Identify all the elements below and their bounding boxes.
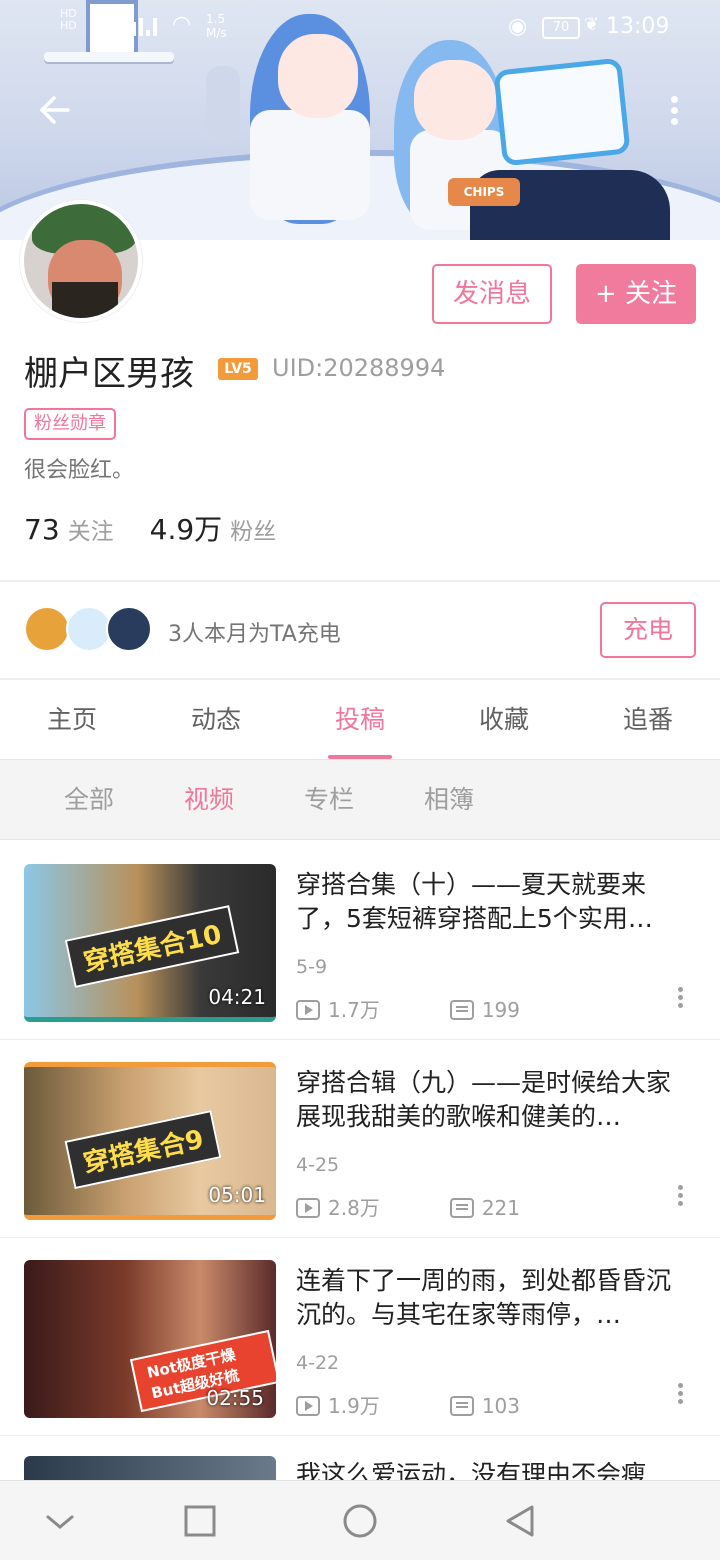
play-count-icon: [296, 1000, 320, 1020]
banner-figurine: [206, 66, 240, 144]
video-title[interactable]: 穿搭合辑（九）——是时候给大家展现我甜美的歌喉和健美的…: [296, 1066, 692, 1134]
tab-submissions[interactable]: 投稿: [288, 680, 432, 759]
video-duration: 04:21: [208, 985, 266, 1009]
comment-count: 199: [481, 998, 520, 1022]
danmaku-icon: [449, 1198, 474, 1218]
danmaku-icon: [449, 1000, 474, 1020]
network-indicator: HD HD: [60, 7, 77, 32]
leaf-icon: ❦: [584, 14, 600, 35]
fans-label[interactable]: 粉丝: [230, 519, 276, 545]
battery-icon: 70: [542, 17, 580, 39]
banner-chips: CHIPS: [448, 178, 520, 206]
charge-summary: 3人本月为TA充电: [168, 622, 341, 647]
video-item[interactable]: 我这么爱运动，没有理由不会瘦: [0, 1436, 720, 1480]
charge-button[interactable]: 充电: [600, 602, 696, 658]
video-date: 5-9: [296, 956, 328, 978]
follow-button[interactable]: + 关注: [576, 264, 696, 324]
signature: 很会脸红。: [24, 458, 135, 483]
home-circle-icon[interactable]: [338, 1499, 382, 1543]
video-title[interactable]: 连着下了一周的雨，到处都昏昏沉沉的。与其宅在家等雨停，…: [296, 1264, 692, 1332]
collapse-chevron-icon[interactable]: [38, 1499, 82, 1543]
video-title[interactable]: 我这么爱运动，没有理由不会瘦: [296, 1458, 692, 1480]
charge-row: 3人本月为TA充电 充电: [0, 582, 720, 678]
system-nav-bar: [0, 1480, 720, 1560]
back-arrow-icon[interactable]: [32, 90, 80, 138]
video-more-icon[interactable]: [672, 1182, 688, 1216]
video-duration: 05:01: [208, 1183, 266, 1207]
tab-bangumi[interactable]: 追番: [576, 680, 720, 759]
eye-comfort-icon: ◉: [508, 14, 528, 39]
video-thumbnail[interactable]: [24, 1456, 276, 1480]
avatar[interactable]: [20, 200, 142, 322]
thumbnail-text: 穿搭集合9: [64, 1109, 222, 1190]
view-count: 1.9万: [328, 1394, 380, 1418]
banner-character-1-body: [250, 110, 370, 220]
user-id: UID:20288994: [272, 354, 446, 382]
username: 棚户区男孩: [24, 354, 194, 394]
video-stats: 2.8万 221: [296, 1192, 520, 1221]
video-thumbnail[interactable]: 穿搭集合9 05:01: [24, 1062, 276, 1220]
status-time: 13:09: [606, 14, 670, 39]
video-date: 4-22: [296, 1352, 340, 1374]
following-label[interactable]: 关注: [68, 519, 114, 545]
tab-home[interactable]: 主页: [0, 680, 144, 759]
fan-medal-badge[interactable]: 粉丝勋章: [24, 408, 116, 440]
video-item[interactable]: 穿搭集合9 05:01 穿搭合辑（九）——是时候给大家展现我甜美的歌喉和健美的……: [0, 1040, 720, 1238]
network-speed: 1.5 M/s: [206, 12, 227, 40]
video-title[interactable]: 穿搭合集（十）——夏天就要来了，5套短裤穿搭配上5个实用…: [296, 868, 692, 936]
video-more-icon[interactable]: [672, 984, 688, 1018]
charger-avatar[interactable]: [106, 606, 152, 652]
video-date: 4-25: [296, 1154, 340, 1176]
recent-apps-icon[interactable]: [178, 1499, 222, 1543]
fans-count[interactable]: 4.9万: [150, 513, 223, 546]
status-bar: HD HD ◠ 1.5 M/s ◉ 70 ❦ 13:09: [0, 0, 720, 56]
following-count[interactable]: 73: [24, 513, 60, 546]
video-thumbnail[interactable]: 穿搭集合10 04:21: [24, 864, 276, 1022]
subtab-video[interactable]: 视频: [184, 760, 234, 840]
video-more-icon[interactable]: [672, 1380, 688, 1414]
view-count: 1.7万: [328, 998, 380, 1022]
video-thumbnail[interactable]: Not极度干燥 But超级好梳 02:55: [24, 1260, 276, 1418]
danmaku-icon: [449, 1396, 474, 1416]
video-stats: 1.9万 103: [296, 1390, 520, 1419]
level-badge: LV5: [218, 358, 258, 380]
video-item[interactable]: 穿搭集合10 04:21 穿搭合集（十）——夏天就要来了，5套短裤穿搭配上5个实…: [0, 842, 720, 1040]
more-options-icon[interactable]: [656, 92, 692, 136]
signal-icon: [118, 18, 157, 36]
comment-count: 221: [481, 1196, 520, 1220]
subtab-column[interactable]: 专栏: [304, 760, 354, 840]
submission-subtabs: 全部 视频 专栏 相簿: [0, 760, 720, 840]
comment-count: 103: [481, 1394, 520, 1418]
view-count: 2.8万: [328, 1196, 380, 1220]
subtab-album[interactable]: 相簿: [424, 760, 474, 840]
back-triangle-icon[interactable]: [498, 1499, 542, 1543]
video-duration: 02:55: [206, 1386, 264, 1410]
banner-character-2-face: [414, 60, 496, 140]
profile-tabs: 主页 动态 投稿 收藏 追番: [0, 680, 720, 760]
send-message-button[interactable]: 发消息: [432, 264, 552, 324]
video-item[interactable]: Not极度干燥 But超级好梳 02:55 连着下了一周的雨，到处都昏昏沉沉的。…: [0, 1238, 720, 1436]
charger-avatar[interactable]: [24, 606, 70, 652]
play-count-icon: [296, 1396, 320, 1416]
wifi-icon: ◠: [172, 12, 192, 37]
tab-dynamics[interactable]: 动态: [144, 680, 288, 759]
subtab-all[interactable]: 全部: [64, 760, 114, 840]
tab-favorites[interactable]: 收藏: [432, 680, 576, 759]
follow-stats: 73 关注 4.9万 粉丝: [24, 508, 276, 548]
thumbnail-text: 穿搭集合10: [64, 905, 240, 988]
play-count-icon: [296, 1198, 320, 1218]
banner-tablet: [493, 57, 631, 167]
video-stats: 1.7万 199: [296, 994, 520, 1023]
